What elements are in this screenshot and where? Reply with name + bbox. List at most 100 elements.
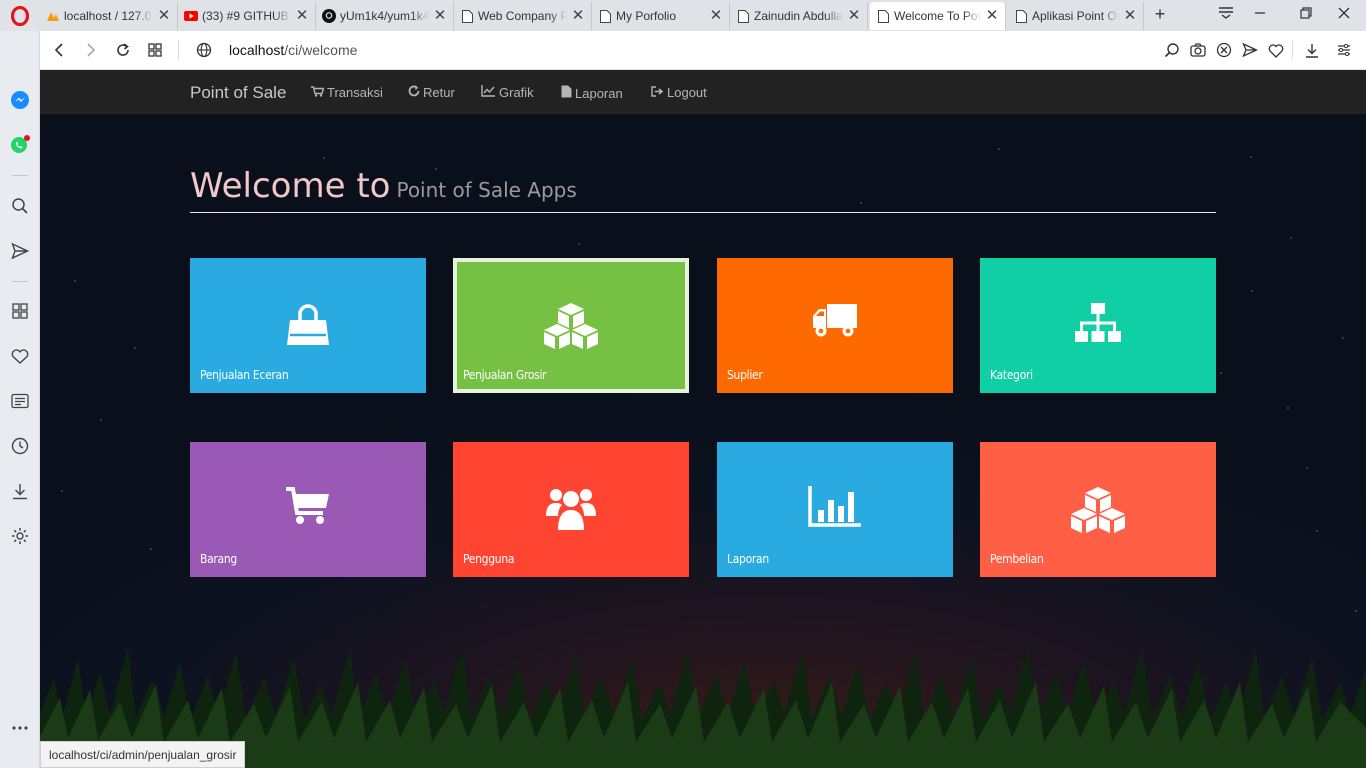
- nav-label: Transaksi: [327, 85, 383, 100]
- page-title-sub: Point of Sale Apps: [396, 178, 577, 202]
- page-icon: [460, 9, 474, 23]
- forward-icon[interactable]: [82, 41, 100, 59]
- divider: [12, 175, 28, 176]
- send-icon[interactable]: [9, 240, 31, 262]
- truck-icon: [812, 302, 858, 343]
- new-tab-button[interactable]: +: [1150, 4, 1170, 25]
- opera-menu-icon[interactable]: [8, 5, 32, 27]
- nav-label: Retur: [423, 85, 455, 100]
- tab-zainudin[interactable]: Zainudin Abdullah ✕: [730, 2, 868, 30]
- divider: [178, 40, 179, 60]
- tile-label: Suplier: [727, 368, 763, 382]
- url-field[interactable]: localhost/ci/welcome: [229, 42, 357, 58]
- more-icon[interactable]: [9, 717, 31, 739]
- adblock-icon[interactable]: [1216, 42, 1232, 58]
- sitemap-icon: [1074, 302, 1122, 349]
- page-icon: [1014, 9, 1028, 23]
- close-icon[interactable]: ✕: [295, 8, 309, 23]
- tab-youtube[interactable]: (33) #9 GITHUB ✕: [178, 2, 316, 30]
- messenger-icon[interactable]: [9, 89, 31, 111]
- easy-setup-icon[interactable]: [1336, 42, 1352, 58]
- tab-portfolio[interactable]: My Porfolio ✕: [592, 2, 730, 30]
- tab-title: localhost / 127.0.0.1: [64, 9, 153, 23]
- downloads-icon[interactable]: [9, 480, 31, 502]
- browser-sidebar: [0, 31, 40, 768]
- reload-icon[interactable]: [114, 41, 132, 59]
- tab-welcome-active[interactable]: Welcome To Point of Sale ✕: [870, 2, 1006, 30]
- close-icon[interactable]: ✕: [157, 8, 171, 23]
- search-icon[interactable]: [9, 195, 31, 217]
- tile-label: Laporan: [727, 552, 769, 566]
- heart-icon[interactable]: [1268, 42, 1284, 58]
- nav-grafik[interactable]: Grafik: [481, 85, 534, 100]
- nav-label: Laporan: [575, 85, 623, 101]
- tile-pembelian[interactable]: Pembelian: [980, 442, 1216, 577]
- speed-dial-icon[interactable]: [146, 41, 164, 59]
- tile-label: Barang: [200, 552, 237, 566]
- close-icon[interactable]: ✕: [1123, 8, 1137, 23]
- app-navbar: Point of Sale Transaksi Retur Grafik Lap…: [40, 70, 1366, 115]
- nav-transaksi[interactable]: Transaksi: [311, 85, 383, 100]
- tile-penjualan-eceran[interactable]: Penjualan Eceran: [190, 258, 426, 393]
- nav-label: Grafik: [499, 85, 534, 100]
- download-icon[interactable]: [1304, 42, 1320, 58]
- page-icon: [598, 9, 612, 23]
- tab-title: yUm1k4/yum1k4: [340, 9, 429, 23]
- search-icon[interactable]: [1164, 42, 1180, 58]
- tab-phpmyadmin[interactable]: localhost / 127.0.0.1 ✕: [40, 2, 178, 30]
- cart-icon: [311, 85, 325, 100]
- tile-label: Pembelian: [990, 552, 1044, 566]
- tab-title: Zainudin Abdullah: [754, 9, 843, 23]
- line-chart-icon: [481, 85, 496, 100]
- minimize-icon[interactable]: [1250, 6, 1270, 22]
- phpmyadmin-icon: [46, 9, 60, 23]
- page-title-main: Welcome to: [190, 166, 391, 206]
- close-icon[interactable]: ✕: [847, 8, 861, 23]
- tile-label: Kategori: [990, 368, 1033, 382]
- back-icon[interactable]: [50, 41, 68, 59]
- settings-icon[interactable]: [9, 525, 31, 547]
- nav-logout[interactable]: Logout: [651, 85, 707, 100]
- tile-penjualan-grosir[interactable]: Penjualan Grosir: [453, 258, 689, 393]
- tab-title: Aplikasi Point Of Sale: [1032, 9, 1119, 23]
- tab-github[interactable]: yUm1k4/yum1k4 ✕: [316, 2, 454, 30]
- nav-retur[interactable]: Retur: [408, 85, 455, 100]
- tile-barang[interactable]: Barang: [190, 442, 426, 577]
- globe-icon[interactable]: [195, 41, 213, 59]
- speed-dial-icon[interactable]: [9, 300, 31, 322]
- youtube-icon: [184, 9, 198, 23]
- close-window-icon[interactable]: [1334, 6, 1354, 22]
- nav-laporan[interactable]: Laporan: [561, 85, 623, 101]
- close-icon[interactable]: ✕: [985, 8, 999, 23]
- camera-icon[interactable]: [1190, 42, 1206, 58]
- tile-label: Penjualan Grosir: [463, 368, 547, 382]
- file-icon: [561, 85, 572, 101]
- tab-title: My Porfolio: [616, 9, 677, 23]
- tab-web-company[interactable]: Web Company Profile ✕: [454, 2, 592, 30]
- tab-aplikasi-pos[interactable]: Aplikasi Point Of Sale ✕: [1008, 2, 1144, 30]
- tile-suplier[interactable]: Suplier: [717, 258, 953, 393]
- tab-strip: localhost / 127.0.0.1 ✕ (33) #9 GITHUB ✕…: [0, 0, 1366, 31]
- cubes-icon: [542, 302, 600, 355]
- link-status-bar: localhost/ci/admin/penjualan_grosir: [40, 741, 246, 768]
- tab-title: Web Company Profile: [478, 9, 567, 23]
- page-viewport: Point of Sale Transaksi Retur Grafik Lap…: [40, 70, 1366, 768]
- address-bar: localhost/ci/welcome: [40, 31, 1366, 70]
- tile-kategori[interactable]: Kategori: [980, 258, 1216, 393]
- whatsapp-icon[interactable]: [9, 134, 31, 156]
- brand-link[interactable]: Point of Sale: [190, 83, 286, 103]
- close-icon[interactable]: ✕: [433, 8, 447, 23]
- history-icon[interactable]: [9, 435, 31, 457]
- restore-icon[interactable]: [1296, 6, 1316, 22]
- sign-out-icon: [651, 85, 664, 100]
- tile-laporan[interactable]: Laporan: [717, 442, 953, 577]
- heart-icon[interactable]: [9, 345, 31, 367]
- github-icon: [322, 9, 336, 23]
- tile-pengguna[interactable]: Pengguna: [453, 442, 689, 577]
- close-icon[interactable]: ✕: [571, 8, 585, 23]
- send-icon[interactable]: [1242, 42, 1258, 58]
- news-icon[interactable]: [9, 390, 31, 412]
- divider: [12, 281, 28, 282]
- tab-menu-icon[interactable]: [1216, 6, 1236, 22]
- close-icon[interactable]: ✕: [709, 8, 723, 23]
